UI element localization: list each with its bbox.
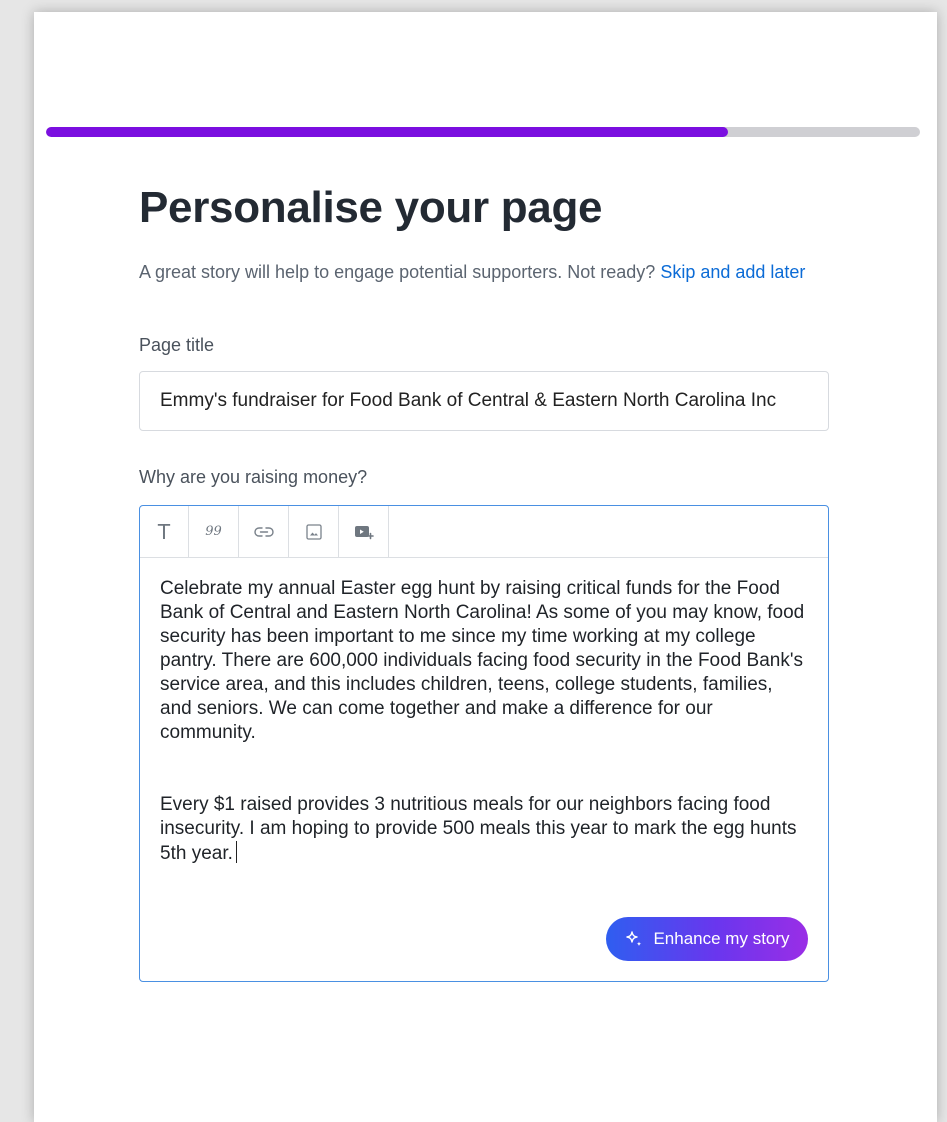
editor-toolbar: T 99 [140,506,828,558]
story-paragraph-text: Every $1 raised provides 3 nutritious me… [160,794,797,864]
quote-icon: 99 [205,524,222,539]
page-title-label: Page title [139,335,215,355]
story-paragraph: Every $1 raised provides 3 nutritious me… [160,793,808,866]
page-title: Personalise your page [139,183,603,232]
link-button[interactable] [239,506,289,557]
link-icon [253,526,274,537]
progress-bar [46,127,920,137]
main-content: Personalise your page A great story will… [139,182,829,982]
video-icon [354,525,374,539]
image-button[interactable] [289,506,339,557]
story-paragraph: Celebrate my annual Easter egg hunt by r… [160,578,805,743]
page-card: Personalise your page A great story will… [34,12,937,1122]
video-button[interactable] [339,506,389,557]
subtitle-text: A great story will help to engage potent… [139,262,656,282]
enhance-button-label: Enhance my story [653,929,790,948]
text-format-button[interactable]: T [140,506,189,557]
text-format-icon: T [157,519,171,544]
story-label: Why are you raising money? [139,467,368,487]
story-editor[interactable]: T 99 Celebrate my annual Easter egg hunt… [139,505,829,982]
sparkle-icon [626,931,642,947]
progress-bar-fill [46,127,728,137]
text-cursor [235,841,237,863]
page-subtitle: A great story will help to engage potent… [139,257,829,287]
story-text[interactable]: Celebrate my annual Easter egg hunt by r… [140,558,828,866]
enhance-my-story-button[interactable]: Enhance my story [606,917,808,961]
page-title-input[interactable]: Emmy's fundraiser for Food Bank of Centr… [139,371,829,431]
quote-button[interactable]: 99 [189,506,239,557]
image-icon [305,523,322,540]
skip-and-add-later-link[interactable]: Skip and add later [660,262,805,282]
